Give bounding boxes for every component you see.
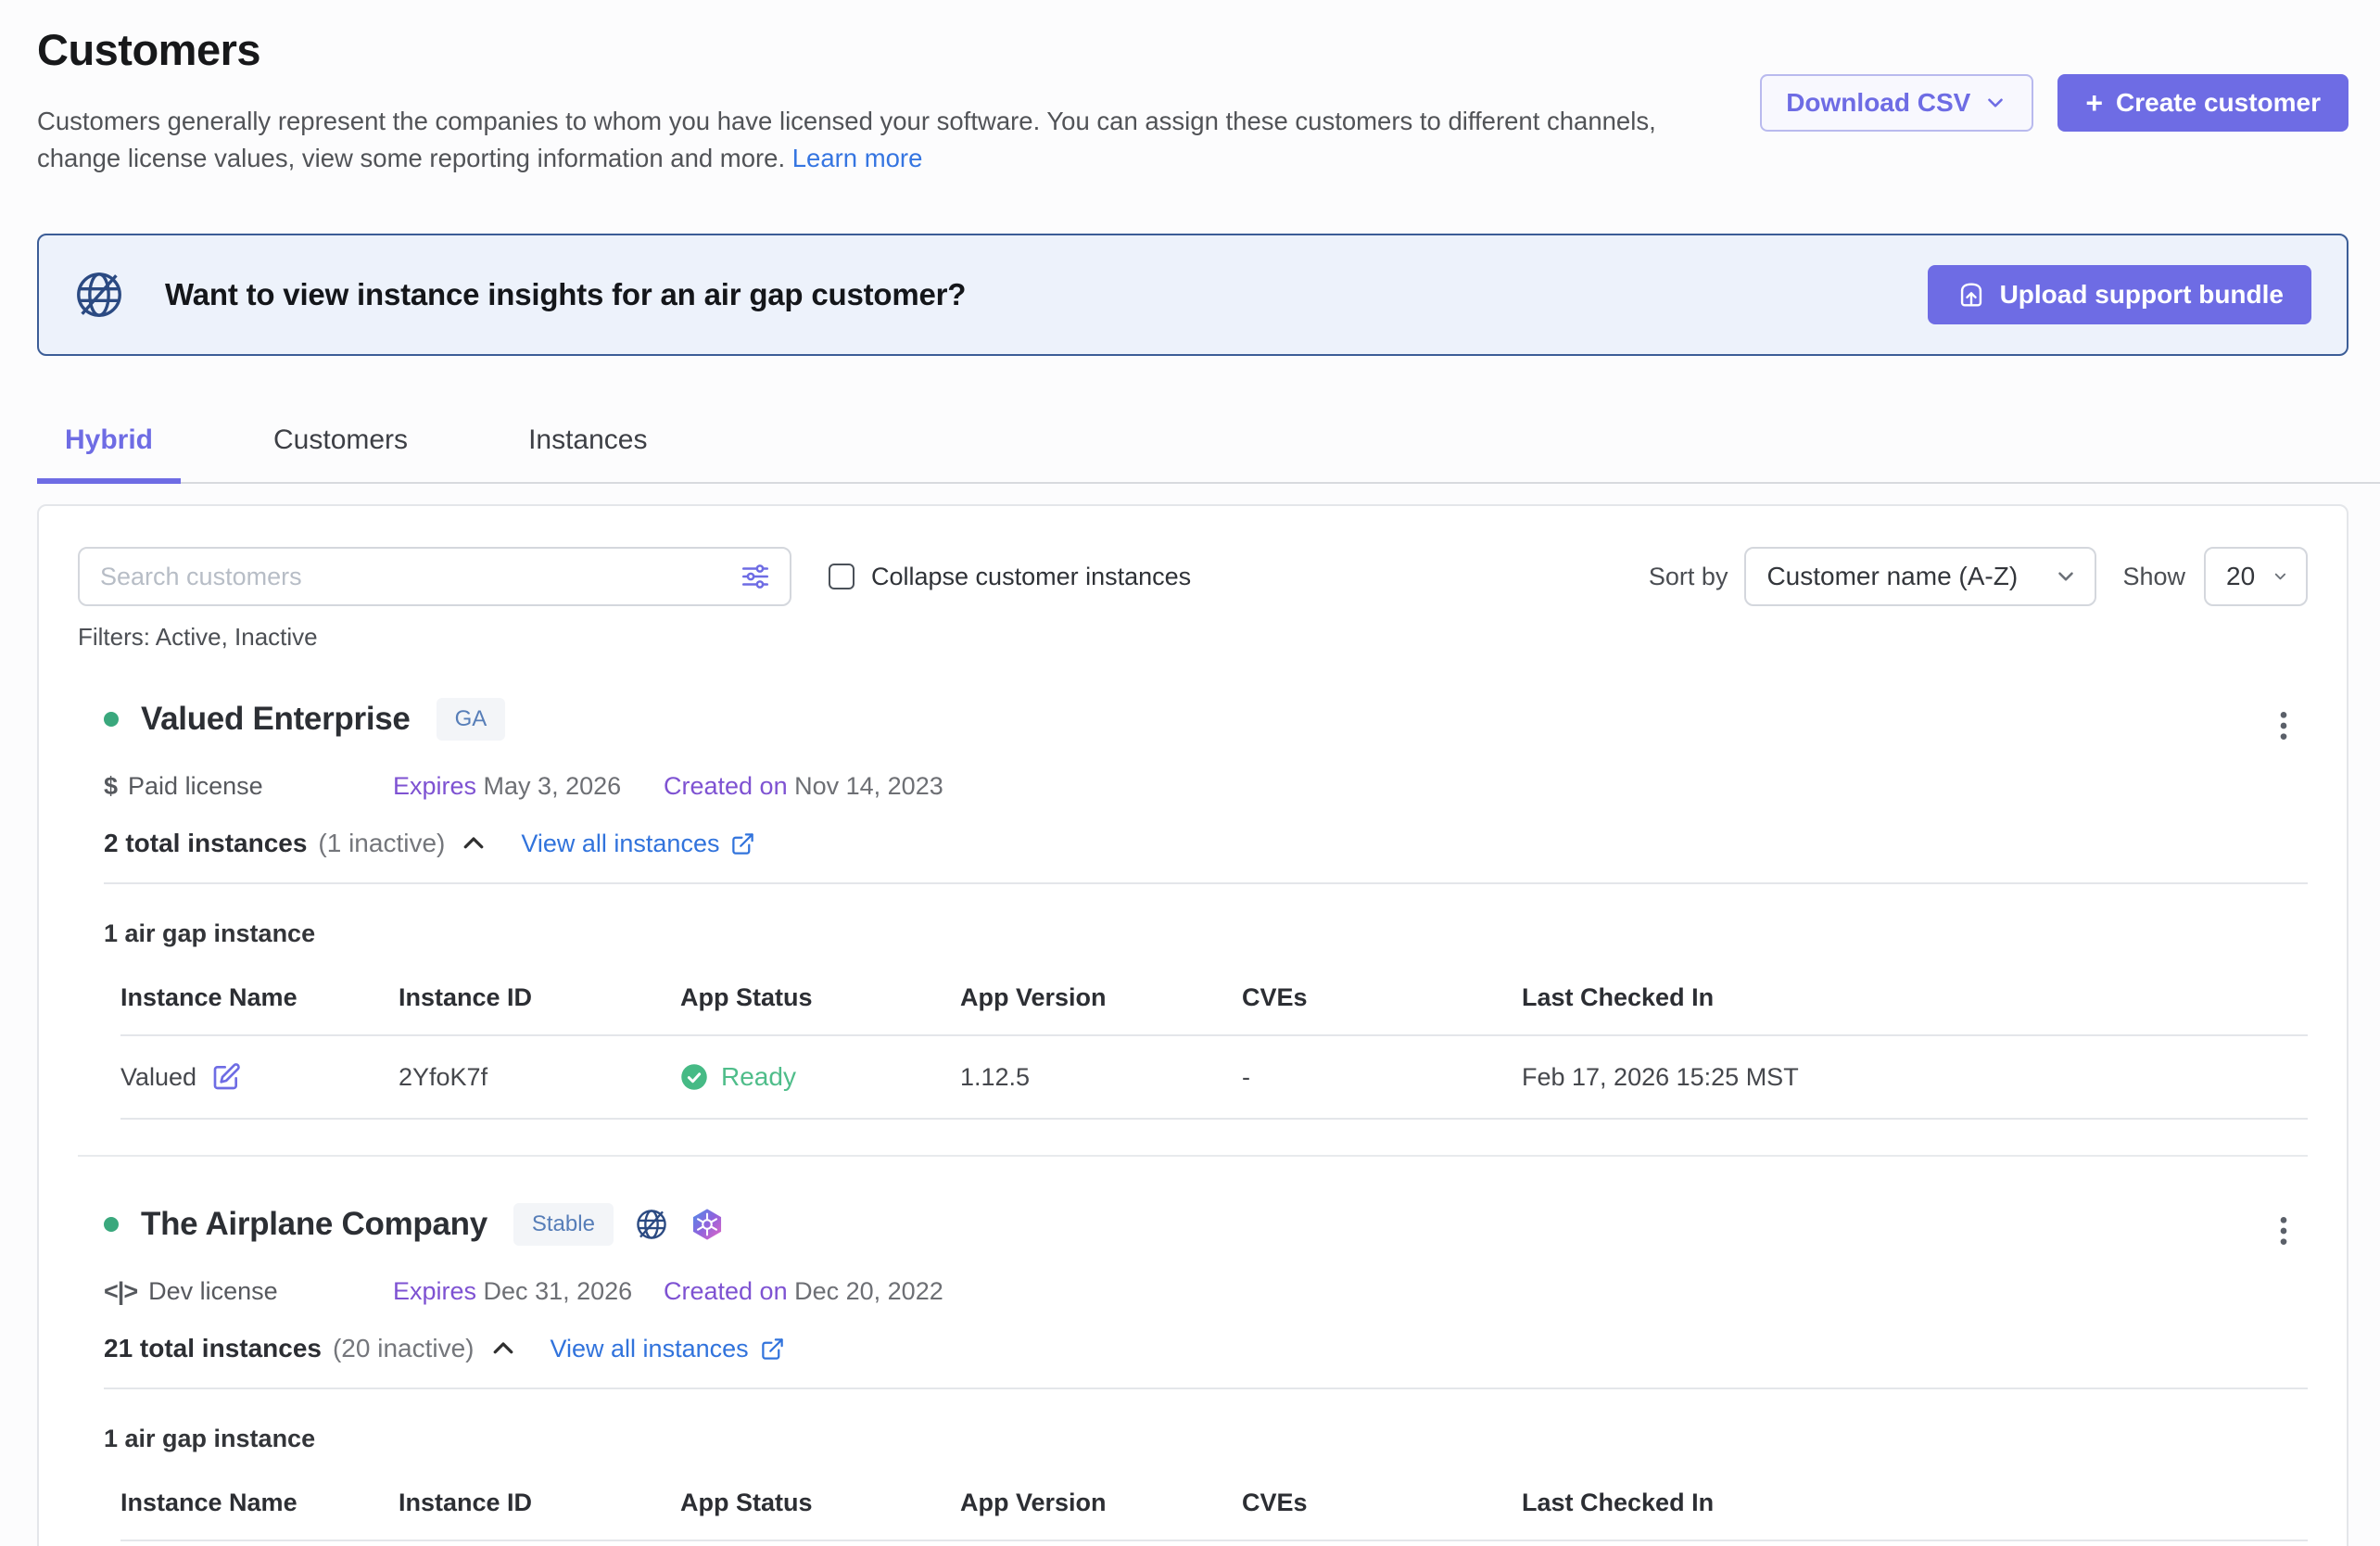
table-row: Valued 2YfoK7f Ready 1. (120, 1036, 2308, 1120)
customer-the-airplane-company: The Airplane Company Stable (78, 1199, 2308, 1541)
create-customer-button[interactable]: + Create customer (2057, 74, 2348, 132)
external-link-icon (760, 1337, 785, 1362)
instances-table: Instance Name Instance ID App Status App… (104, 1489, 2308, 1541)
active-status-dot (104, 1217, 119, 1232)
table-header-row: Instance Name Instance ID App Status App… (120, 983, 2308, 1036)
divider (104, 882, 2308, 884)
active-status-dot (104, 712, 119, 727)
customers-card: Collapse customer instances Sort by Cust… (37, 504, 2348, 1546)
inactive-count: (20 inactive) (333, 1334, 475, 1363)
page-title: Customers (37, 24, 1705, 75)
instance-name: Valued (120, 1063, 196, 1092)
chevron-down-icon (1983, 91, 2007, 115)
kebab-menu-icon[interactable] (2265, 1212, 2302, 1249)
collapse-chevron-up-icon[interactable] (489, 1335, 517, 1362)
banner-title: Want to view instance insights for an ai… (165, 277, 966, 312)
chevron-down-icon (2272, 564, 2289, 589)
tab-customers[interactable]: Customers (246, 425, 436, 482)
upload-icon (1956, 279, 1987, 310)
active-filters-text: Filters: Active, Inactive (78, 623, 2308, 652)
tab-bar: Hybrid Customers Instances (37, 425, 2380, 484)
tab-instances[interactable]: Instances (500, 425, 675, 482)
channel-badge: Stable (513, 1203, 614, 1246)
airgap-globe-icon (72, 268, 126, 322)
customer-name[interactable]: The Airplane Company (141, 1206, 487, 1243)
view-all-instances-link[interactable]: View all instances (521, 830, 755, 858)
view-all-instances-link[interactable]: View all instances (551, 1335, 785, 1363)
external-link-icon (730, 831, 755, 856)
search-input[interactable] (100, 563, 740, 591)
filter-sliders-icon[interactable] (740, 561, 771, 592)
expires-date: Expires May 3, 2026 (393, 772, 664, 801)
total-instances: 2 total instances (104, 829, 307, 858)
divider (104, 1388, 2308, 1389)
last-checked-in: Feb 17, 2026 15:25 MST (1522, 1063, 2308, 1092)
created-date: Created on Dec 20, 2022 (664, 1277, 943, 1306)
created-date: Created on Nov 14, 2023 (664, 772, 943, 801)
table-header-row: Instance Name Instance ID App Status App… (120, 1489, 2308, 1541)
customers-page: Customers Customers generally represent … (0, 0, 2380, 1546)
instances-table: Instance Name Instance ID App Status App… (104, 983, 2308, 1120)
customer-name[interactable]: Valued Enterprise (141, 701, 411, 738)
dev-license-icon: <|> (104, 1277, 137, 1306)
cves: - (1242, 1063, 1522, 1092)
expires-date: Expires Dec 31, 2026 (393, 1277, 664, 1306)
page-description: Customers generally represent the compan… (37, 103, 1705, 176)
airgap-globe-icon (634, 1207, 669, 1242)
page-header: Customers Customers generally represent … (37, 0, 2348, 176)
check-circle-icon (680, 1063, 708, 1091)
collapse-checkbox[interactable] (829, 564, 855, 589)
collapse-label: Collapse customer instances (871, 563, 1191, 591)
channel-badge: GA (437, 698, 506, 741)
kebab-menu-icon[interactable] (2265, 707, 2302, 744)
sort-by-label: Sort by (1649, 563, 1728, 591)
sort-by-select[interactable]: Customer name (A-Z) (1744, 547, 2096, 606)
download-csv-button[interactable]: Download CSV (1760, 74, 2033, 132)
collapse-instances-toggle[interactable]: Collapse customer instances (829, 563, 1191, 591)
plus-icon: + (2085, 88, 2103, 118)
airgap-instance-heading: 1 air gap instance (104, 1425, 2308, 1453)
search-box (78, 547, 791, 606)
app-status: Ready (680, 1062, 960, 1092)
upload-support-bundle-button[interactable]: Upload support bundle (1928, 265, 2311, 324)
show-label: Show (2122, 563, 2185, 591)
collapse-chevron-up-icon[interactable] (460, 830, 487, 857)
customer-valued-enterprise: Valued Enterprise GA $ Paid license Expi… (78, 694, 2308, 1120)
license-type: <|> Dev license (104, 1277, 393, 1306)
tab-hybrid[interactable]: Hybrid (37, 425, 181, 482)
chevron-down-icon (2054, 564, 2078, 589)
header-actions: Download CSV + Create customer (1760, 74, 2348, 132)
app-version: 1.12.5 (960, 1063, 1242, 1092)
license-type: $ Paid license (104, 772, 393, 801)
paid-license-icon: $ (104, 772, 117, 801)
edit-icon[interactable] (211, 1062, 241, 1092)
airgap-insights-banner: Want to view instance insights for an ai… (37, 234, 2348, 356)
toolbar: Collapse customer instances Sort by Cust… (78, 547, 2308, 606)
airgap-instance-heading: 1 air gap instance (104, 919, 2308, 948)
kubernetes-icon (690, 1207, 725, 1242)
inactive-count: (1 inactive) (318, 829, 445, 858)
customer-separator (78, 1155, 2308, 1157)
instance-id: 2YfoK7f (399, 1063, 680, 1092)
total-instances: 21 total instances (104, 1334, 322, 1363)
show-select[interactable]: 20 (2204, 547, 2308, 606)
toolbar-right: Sort by Customer name (A-Z) Show 20 (1649, 547, 2308, 606)
learn-more-link[interactable]: Learn more (792, 144, 923, 172)
